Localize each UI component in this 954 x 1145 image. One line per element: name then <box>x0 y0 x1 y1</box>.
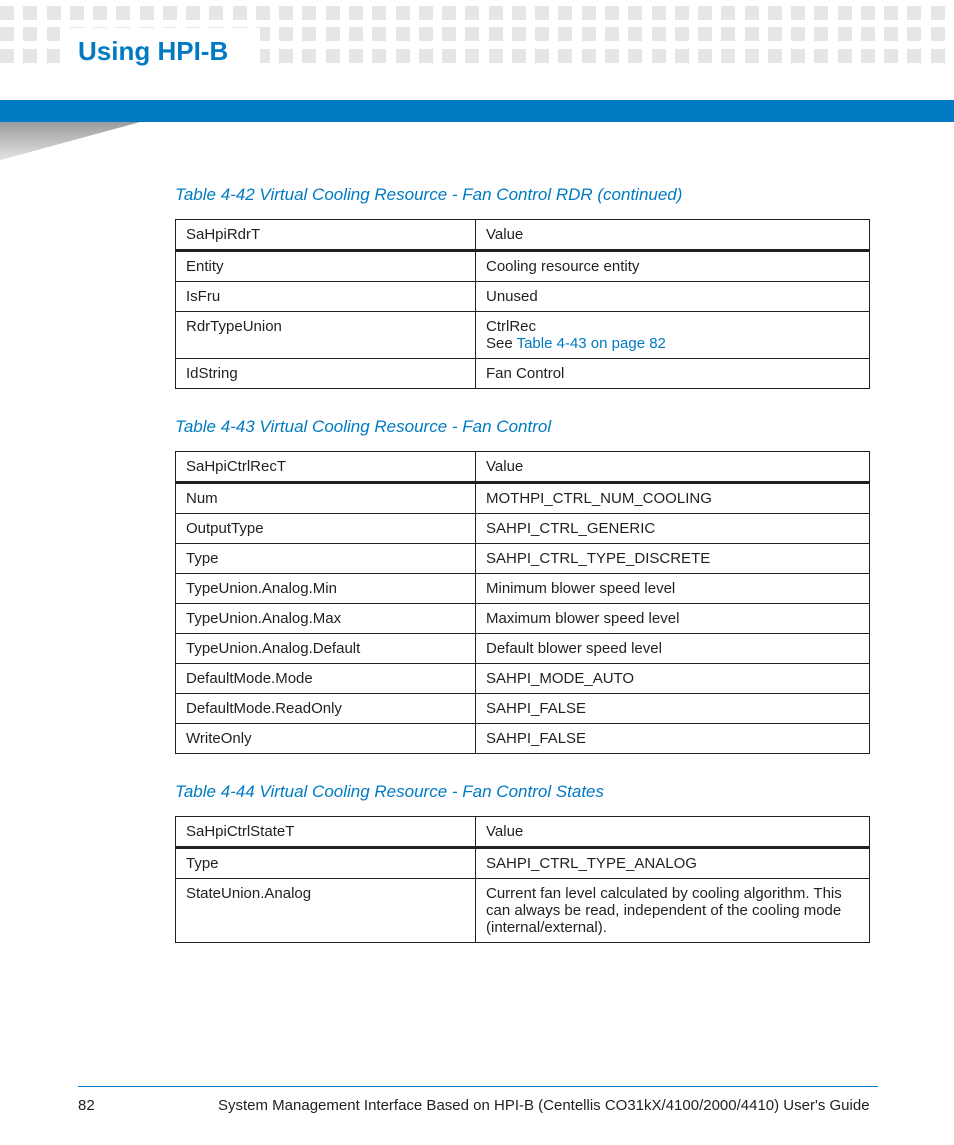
cell: Unused <box>476 282 870 312</box>
cell-text: See <box>486 335 517 352</box>
table-row: TypeUnion.Analog.MinMinimum blower speed… <box>176 574 870 604</box>
cell: Type <box>176 544 476 574</box>
table-row: SaHpiCtrlRecT Value <box>176 452 870 483</box>
table-row: SaHpiCtrlStateT Value <box>176 817 870 848</box>
table-row: DefaultMode.ModeSAHPI_MODE_AUTO <box>176 664 870 694</box>
cell: TypeUnion.Analog.Min <box>176 574 476 604</box>
cell: Value <box>476 220 870 251</box>
cell: TypeUnion.Analog.Default <box>176 634 476 664</box>
table-row: TypeUnion.Analog.DefaultDefault blower s… <box>176 634 870 664</box>
cell: StateUnion.Analog <box>176 879 476 943</box>
cell: Maximum blower speed level <box>476 604 870 634</box>
cell: Num <box>176 483 476 514</box>
cell: RdrTypeUnion <box>176 312 476 359</box>
cell: SAHPI_CTRL_GENERIC <box>476 514 870 544</box>
content-area: Table 4-42 Virtual Cooling Resource - Fa… <box>175 175 875 943</box>
cell: Entity <box>176 251 476 282</box>
table-caption-4-43: Table 4-43 Virtual Cooling Resource - Fa… <box>175 417 875 437</box>
table-row: Entity Cooling resource entity <box>176 251 870 282</box>
cell: Current fan level calculated by cooling … <box>476 879 870 943</box>
table-4-42: SaHpiRdrT Value Entity Cooling resource … <box>175 219 870 389</box>
cell: IsFru <box>176 282 476 312</box>
cell: SAHPI_FALSE <box>476 724 870 754</box>
cell: Cooling resource entity <box>476 251 870 282</box>
cell: Default blower speed level <box>476 634 870 664</box>
cell: OutputType <box>176 514 476 544</box>
table-row: OutputTypeSAHPI_CTRL_GENERIC <box>176 514 870 544</box>
cell: Value <box>476 817 870 848</box>
cell: WriteOnly <box>176 724 476 754</box>
table-row: IsFru Unused <box>176 282 870 312</box>
header-gray-wedge <box>0 122 140 160</box>
table-row: TypeSAHPI_CTRL_TYPE_DISCRETE <box>176 544 870 574</box>
cell: DefaultMode.ReadOnly <box>176 694 476 724</box>
page-title: Using HPI-B <box>78 36 228 67</box>
cell: SAHPI_CTRL_TYPE_DISCRETE <box>476 544 870 574</box>
cell: MOTHPI_CTRL_NUM_COOLING <box>476 483 870 514</box>
cell: IdString <box>176 359 476 389</box>
page-footer: 82 System Management Interface Based on … <box>78 1086 878 1115</box>
cell: Value <box>476 452 870 483</box>
cell: SaHpiCtrlRecT <box>176 452 476 483</box>
table-caption-4-44: Table 4-44 Virtual Cooling Resource - Fa… <box>175 782 875 802</box>
table-caption-4-42: Table 4-42 Virtual Cooling Resource - Fa… <box>175 185 875 205</box>
document-title: System Management Interface Based on HPI… <box>218 1097 870 1114</box>
table-row: NumMOTHPI_CTRL_NUM_COOLING <box>176 483 870 514</box>
cell: DefaultMode.Mode <box>176 664 476 694</box>
cell: Minimum blower speed level <box>476 574 870 604</box>
cell: SAHPI_CTRL_TYPE_ANALOG <box>476 848 870 879</box>
cell: SAHPI_MODE_AUTO <box>476 664 870 694</box>
cell: SaHpiRdrT <box>176 220 476 251</box>
table-row: IdString Fan Control <box>176 359 870 389</box>
page-number: 82 <box>78 1097 95 1114</box>
table-row: RdrTypeUnion CtrlRec See Table 4-43 on p… <box>176 312 870 359</box>
cell-text: CtrlRec <box>486 318 536 335</box>
cell: SAHPI_FALSE <box>476 694 870 724</box>
table-row: DefaultMode.ReadOnlySAHPI_FALSE <box>176 694 870 724</box>
table-4-43: SaHpiCtrlRecT Value NumMOTHPI_CTRL_NUM_C… <box>175 451 870 754</box>
cell: Fan Control <box>476 359 870 389</box>
table-row: StateUnion.AnalogCurrent fan level calcu… <box>176 879 870 943</box>
table-row: SaHpiRdrT Value <box>176 220 870 251</box>
cross-reference-link[interactable]: Table 4-43 on page 82 <box>517 335 666 352</box>
cell: Type <box>176 848 476 879</box>
cell: CtrlRec See Table 4-43 on page 82 <box>476 312 870 359</box>
table-4-44: SaHpiCtrlStateT Value TypeSAHPI_CTRL_TYP… <box>175 816 870 943</box>
table-row: TypeUnion.Analog.MaxMaximum blower speed… <box>176 604 870 634</box>
header-blue-bar <box>0 100 954 122</box>
cell: SaHpiCtrlStateT <box>176 817 476 848</box>
cell: TypeUnion.Analog.Max <box>176 604 476 634</box>
table-row: WriteOnlySAHPI_FALSE <box>176 724 870 754</box>
table-row: TypeSAHPI_CTRL_TYPE_ANALOG <box>176 848 870 879</box>
